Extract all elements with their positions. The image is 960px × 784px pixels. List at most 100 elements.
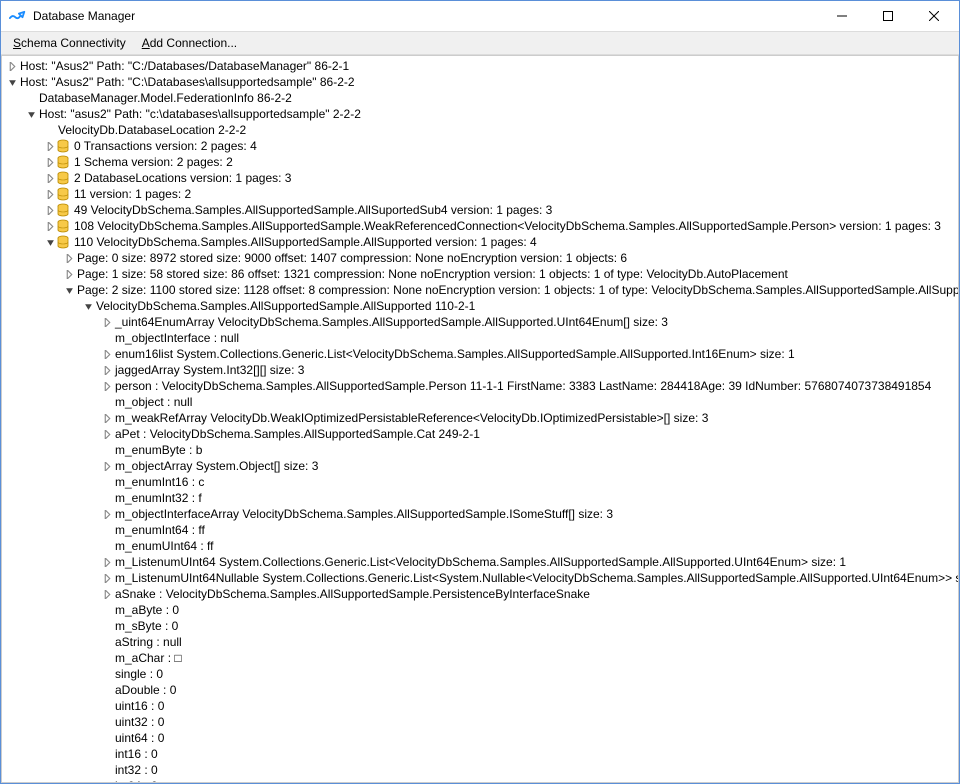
tree-item-label: Host: "Asus2" Path: "C:\Databases\allsup… <box>18 74 355 90</box>
expand-toggle-icon[interactable] <box>6 76 18 88</box>
tree-item[interactable]: VelocityDb.DatabaseLocation 2-2-2 <box>2 122 958 138</box>
tree-item[interactable]: m_weakRefArray VelocityDb.WeakIOptimized… <box>2 410 958 426</box>
tree-item[interactable]: 0 Transactions version: 2 pages: 4 <box>2 138 958 154</box>
tree-item[interactable]: m_enumUInt64 : ff <box>2 538 958 554</box>
tree-item-label: single : 0 <box>113 666 163 682</box>
tree-item[interactable]: int64 : 0 <box>2 778 958 782</box>
tree-item-label: int64 : 0 <box>113 778 158 782</box>
tree-item[interactable]: aPet : VelocityDbSchema.Samples.AllSuppo… <box>2 426 958 442</box>
maximize-button[interactable] <box>865 1 911 31</box>
expand-toggle-icon[interactable] <box>101 348 113 360</box>
tree-item[interactable]: Page: 1 size: 58 stored size: 86 offset:… <box>2 266 958 282</box>
tree-item-label: aDouble : 0 <box>113 682 176 698</box>
expand-toggle-icon[interactable] <box>101 364 113 376</box>
tree-item[interactable]: m_enumInt64 : ff <box>2 522 958 538</box>
tree-item[interactable]: 11 version: 1 pages: 2 <box>2 186 958 202</box>
tree-view[interactable]: Host: "Asus2" Path: "C:/Databases/Databa… <box>2 56 958 782</box>
tree-item[interactable]: uint16 : 0 <box>2 698 958 714</box>
expand-toggle-icon[interactable] <box>44 140 56 152</box>
expand-toggle-icon[interactable] <box>6 60 18 72</box>
tree-item[interactable]: 1 Schema version: 2 pages: 2 <box>2 154 958 170</box>
database-icon <box>56 235 70 249</box>
expand-toggle-icon[interactable] <box>101 556 113 568</box>
expand-toggle-icon[interactable] <box>82 300 94 312</box>
tree-item-label: 11 version: 1 pages: 2 <box>72 186 191 202</box>
tree-item[interactable]: single : 0 <box>2 666 958 682</box>
tree-item[interactable]: Host: "Asus2" Path: "C:/Databases/Databa… <box>2 58 958 74</box>
tree-item-label: m_object : null <box>113 394 192 410</box>
tree-item[interactable]: DatabaseManager.Model.FederationInfo 86-… <box>2 90 958 106</box>
close-button[interactable] <box>911 1 957 31</box>
tree-item[interactable]: m_aByte : 0 <box>2 602 958 618</box>
tree-item[interactable]: 2 DatabaseLocations version: 1 pages: 3 <box>2 170 958 186</box>
expand-toggle-icon[interactable] <box>25 108 37 120</box>
tree-item[interactable]: m_enumInt16 : c <box>2 474 958 490</box>
expand-toggle-icon[interactable] <box>101 460 113 472</box>
tree-item[interactable]: Host: "Asus2" Path: "C:\Databases\allsup… <box>2 74 958 90</box>
tree-item-label: Host: "Asus2" Path: "C:/Databases/Databa… <box>18 58 349 74</box>
tree-item-label: uint32 : 0 <box>113 714 164 730</box>
tree-item[interactable]: m_aChar : □ <box>2 650 958 666</box>
tree-item[interactable]: Host: "asus2" Path: "c:\databases\allsup… <box>2 106 958 122</box>
titlebar: Database Manager <box>1 1 959 31</box>
tree-item-label: m_enumInt16 : c <box>113 474 204 490</box>
expand-toggle-icon[interactable] <box>101 412 113 424</box>
expand-toggle-icon[interactable] <box>44 220 56 232</box>
tree-item[interactable]: Page: 0 size: 8972 stored size: 9000 off… <box>2 250 958 266</box>
tree-item-label: person : VelocityDbSchema.Samples.AllSup… <box>113 378 931 394</box>
tree-item[interactable]: uint64 : 0 <box>2 730 958 746</box>
tree-item[interactable]: m_object : null <box>2 394 958 410</box>
tree-item[interactable]: m_objectArray System.Object[] size: 3 <box>2 458 958 474</box>
tree-item-label: m_enumByte : b <box>113 442 202 458</box>
tree-item[interactable]: VelocityDbSchema.Samples.AllSupportedSam… <box>2 298 958 314</box>
tree-item-label: 2 DatabaseLocations version: 1 pages: 3 <box>72 170 291 186</box>
expand-toggle-icon[interactable] <box>63 284 75 296</box>
tree-item[interactable]: 110 VelocityDbSchema.Samples.AllSupporte… <box>2 234 958 250</box>
menu-add-connection[interactable]: Add Connection... <box>134 34 245 52</box>
expand-toggle-icon[interactable] <box>101 588 113 600</box>
tree-item[interactable]: m_ListenumUInt64Nullable System.Collecti… <box>2 570 958 586</box>
tree-item-label: m_objectArray System.Object[] size: 3 <box>113 458 318 474</box>
expand-toggle-icon[interactable] <box>101 508 113 520</box>
expand-toggle-icon[interactable] <box>44 236 56 248</box>
tree-item-label: aString : null <box>113 634 182 650</box>
expand-toggle-icon[interactable] <box>101 572 113 584</box>
expand-toggle-icon[interactable] <box>44 172 56 184</box>
tree-item[interactable]: m_enumByte : b <box>2 442 958 458</box>
tree-item[interactable]: m_sByte : 0 <box>2 618 958 634</box>
tree-item[interactable]: m_objectInterfaceArray VelocityDbSchema.… <box>2 506 958 522</box>
tree-item[interactable]: m_ListenumUInt64 System.Collections.Gene… <box>2 554 958 570</box>
tree-item[interactable]: jaggedArray System.Int32[][] size: 3 <box>2 362 958 378</box>
app-icon <box>9 9 27 23</box>
expand-toggle-icon[interactable] <box>44 156 56 168</box>
database-icon <box>56 171 70 185</box>
expand-toggle-icon[interactable] <box>101 428 113 440</box>
expand-toggle-icon[interactable] <box>44 204 56 216</box>
menu-schema-connectivity[interactable]: Schema Connectivity <box>5 34 134 52</box>
tree-item[interactable]: int32 : 0 <box>2 762 958 778</box>
tree-item[interactable]: aSnake : VelocityDbSchema.Samples.AllSup… <box>2 586 958 602</box>
tree-item[interactable]: uint32 : 0 <box>2 714 958 730</box>
tree-item[interactable]: m_objectInterface : null <box>2 330 958 346</box>
tree-item[interactable]: _uint64EnumArray VelocityDbSchema.Sample… <box>2 314 958 330</box>
database-icon <box>56 187 70 201</box>
tree-item[interactable]: int16 : 0 <box>2 746 958 762</box>
expand-toggle-icon[interactable] <box>44 188 56 200</box>
database-icon <box>56 203 70 217</box>
tree-item[interactable]: 49 VelocityDbSchema.Samples.AllSupported… <box>2 202 958 218</box>
tree-item[interactable]: Page: 2 size: 1100 stored size: 1128 off… <box>2 282 958 298</box>
expand-toggle-icon[interactable] <box>101 316 113 328</box>
tree-item[interactable]: 108 VelocityDbSchema.Samples.AllSupporte… <box>2 218 958 234</box>
tree-item-label: m_objectInterface : null <box>113 330 239 346</box>
tree-item[interactable]: enum16list System.Collections.Generic.Li… <box>2 346 958 362</box>
expand-toggle-icon[interactable] <box>63 268 75 280</box>
minimize-button[interactable] <box>819 1 865 31</box>
tree-item[interactable]: aDouble : 0 <box>2 682 958 698</box>
tree-item-label: m_enumInt64 : ff <box>113 522 205 538</box>
database-icon <box>56 155 70 169</box>
expand-toggle-icon[interactable] <box>101 380 113 392</box>
tree-item[interactable]: m_enumInt32 : f <box>2 490 958 506</box>
expand-toggle-icon[interactable] <box>63 252 75 264</box>
tree-item[interactable]: person : VelocityDbSchema.Samples.AllSup… <box>2 378 958 394</box>
tree-item[interactable]: aString : null <box>2 634 958 650</box>
